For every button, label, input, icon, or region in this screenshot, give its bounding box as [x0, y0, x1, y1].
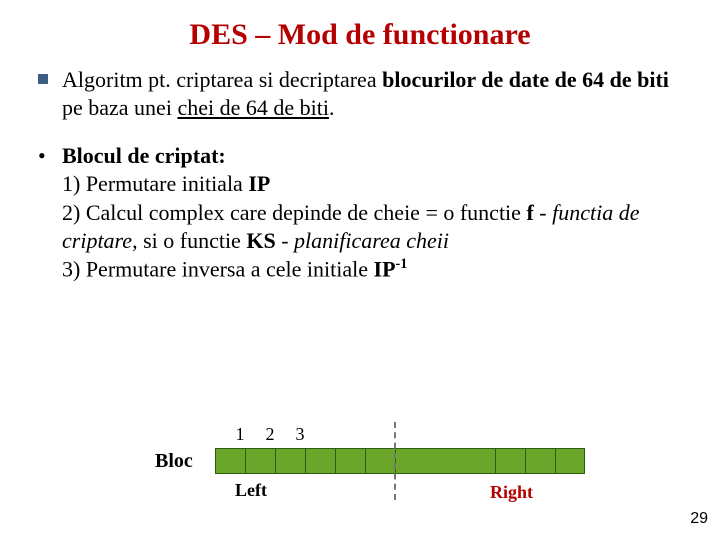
p1-bold: blocurilor de date de 64 de biti: [382, 67, 669, 92]
cell-4: [305, 448, 335, 474]
p2-l2b: f: [526, 200, 533, 225]
p1-underline: chei de 64 de biti: [177, 95, 329, 120]
dot-bullet-icon: •: [38, 142, 62, 283]
cell-right-2: [495, 448, 525, 474]
p2-l3b: IP: [374, 256, 396, 281]
cell-2: [245, 448, 275, 474]
cell-1: [215, 448, 245, 474]
square-bullet-icon: [38, 74, 48, 84]
bullet-2-text: Blocul de criptat: 1) Permutare initiala…: [62, 142, 682, 283]
cell-right-1: [395, 448, 495, 474]
right-label: Right: [490, 482, 533, 503]
slide: DES – Mod de functionare Algoritm pt. cr…: [0, 0, 720, 540]
num-3: 3: [285, 424, 315, 445]
p2-l3a: 3) Permutare inversa a cele initiale: [62, 256, 374, 281]
cell-6: [365, 448, 395, 474]
column-numbers: 123: [225, 424, 315, 445]
p2-head: Blocul de criptat:: [62, 143, 226, 168]
p2-l2g: -: [276, 228, 294, 253]
cell-3: [275, 448, 305, 474]
slide-title: DES – Mod de functionare: [38, 18, 682, 52]
bullet-1: Algoritm pt. criptarea si decriptarea bl…: [38, 66, 682, 122]
p2-l2e: , si o functie: [132, 228, 246, 253]
bloc-label: Bloc: [155, 450, 193, 473]
p2-l3sup: -1: [396, 256, 408, 272]
block-bar: [215, 448, 585, 474]
cell-5: [335, 448, 365, 474]
bullet-2: • Blocul de criptat: 1) Permutare initia…: [38, 142, 682, 283]
p1-mid: pe baza unei: [62, 95, 177, 120]
block-diagram: Bloc 123 Left Right: [0, 414, 720, 524]
vertical-dashed-divider: [394, 422, 396, 500]
p2-l2a: 2) Calcul complex care depinde de cheie …: [62, 200, 526, 225]
p2-l2h: planificarea cheii: [294, 228, 449, 253]
page-number: 29: [690, 510, 708, 528]
p2-l2c: -: [534, 200, 552, 225]
left-label: Left: [235, 480, 267, 501]
p1-pre: Algoritm pt. criptarea si decriptarea: [62, 67, 382, 92]
num-1: 1: [225, 424, 255, 445]
cell-right-3: [525, 448, 555, 474]
slide-body: Algoritm pt. criptarea si decriptarea bl…: [38, 66, 682, 283]
p2-l1b: IP: [248, 171, 270, 196]
p2-l1a: 1) Permutare initiala: [62, 171, 248, 196]
p1-post: .: [329, 95, 335, 120]
cell-right-4: [555, 448, 585, 474]
bullet-1-text: Algoritm pt. criptarea si decriptarea bl…: [62, 66, 682, 122]
num-2: 2: [255, 424, 285, 445]
p2-l2f: KS: [246, 228, 275, 253]
